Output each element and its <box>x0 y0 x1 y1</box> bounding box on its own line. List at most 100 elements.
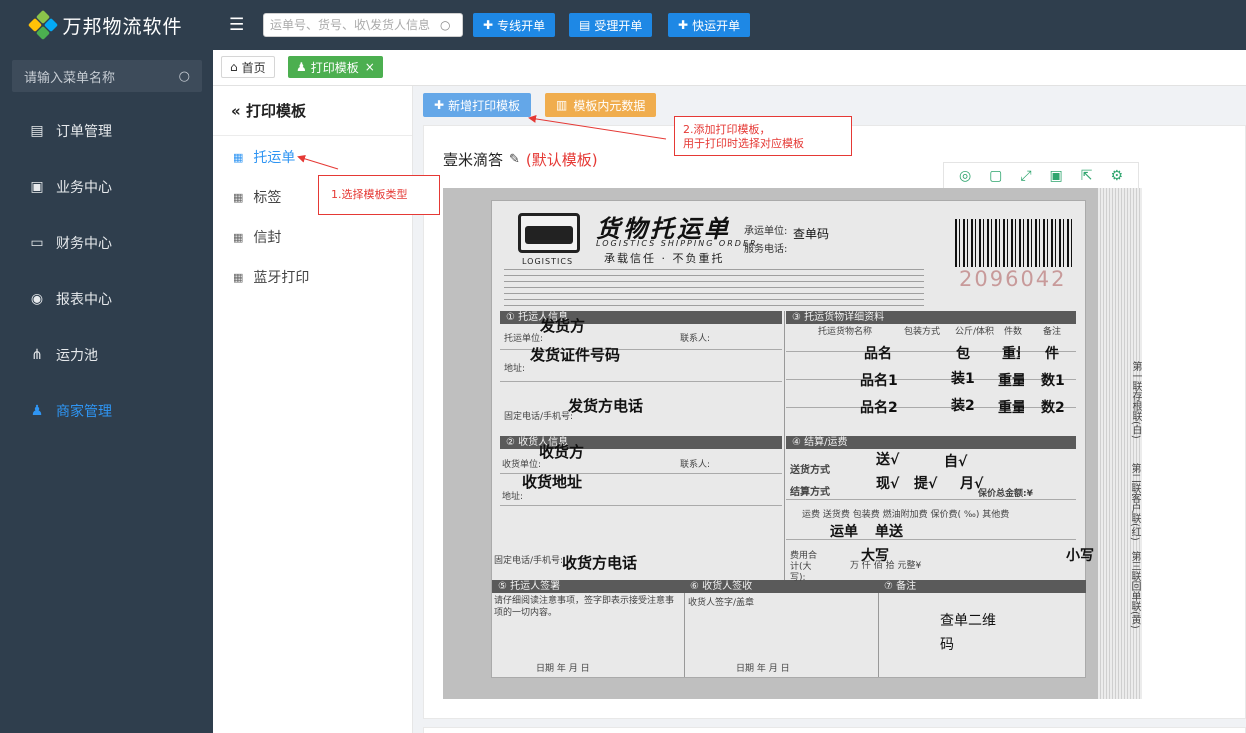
sidebar-item-orders[interactable]: ▤ 订单管理 <box>0 111 213 151</box>
sidebar-item-label: 运力池 <box>56 348 98 364</box>
date-label: 日期 年 月 日 <box>536 664 590 674</box>
settings-icon[interactable]: ⚙ <box>1110 168 1123 184</box>
search-icon[interactable]: ○ <box>440 18 450 32</box>
section-goods: ③ 托运货物详细资料 <box>786 311 1076 324</box>
search-icon[interactable]: ○ <box>179 69 190 84</box>
plus-icon: ✚ <box>483 18 494 32</box>
waybill-sheet: LOGISTICS 货物托运单 LOGISTICS SHIPPING ORDER… <box>491 200 1141 678</box>
template-type-label: 蓝牙打印 <box>253 270 310 286</box>
carrier-info: 承运单位: 服务电话: <box>744 223 787 259</box>
qr-icon: ▦ <box>233 150 244 164</box>
quantity-field: 数1 <box>1041 373 1065 389</box>
truck-logo-icon <box>518 213 580 253</box>
barcode <box>955 219 1073 267</box>
service-label: 服务电话: <box>744 244 788 255</box>
sidebar-item-reports[interactable]: ◉ 报表中心 <box>0 279 213 319</box>
template-metadata-label: 模板内元数据 <box>573 98 646 113</box>
template-title: 壹米滴答 ✎ (默认模板) <box>443 149 598 170</box>
menu-search[interactable]: 请输入菜单名称 ○ <box>12 60 202 92</box>
total-uppercase-field: 大写 <box>861 548 889 564</box>
goods-field: 品名 <box>864 346 892 362</box>
sender-id-field: 发货证件号码 <box>530 346 621 364</box>
sidebar-item-label: 商家管理 <box>56 404 112 420</box>
copy-label-red: 第二联客户联(红) <box>1129 463 1140 541</box>
sidebar-item-label: 报表中心 <box>56 292 112 308</box>
template-type-label: 标签 <box>253 190 282 206</box>
template-type-envelope[interactable]: ▦ 信封 <box>233 227 281 247</box>
menu-search-placeholder: 请输入菜单名称 <box>24 70 116 86</box>
tab-home[interactable]: ⌂ 首页 <box>221 56 275 78</box>
next-card <box>423 727 1246 733</box>
panel-title-label: 打印模板 <box>245 102 306 120</box>
qr-icon: ▦ <box>233 230 244 244</box>
accept-order-button[interactable]: ▤ 受理开单 <box>569 13 653 37</box>
sidebar-item-merchant[interactable]: ♟ 商家管理 <box>0 391 213 431</box>
default-tag: (默认模板) <box>525 151 598 169</box>
delivery-check: 送√ <box>876 452 900 468</box>
close-icon[interactable]: × <box>365 60 375 74</box>
receiver-phone-field: 收货方电话 <box>562 554 638 572</box>
sidebar-item-finance[interactable]: ▭ 财务中心 <box>0 223 213 263</box>
sidebar: 请输入菜单名称 ○ ▤ 订单管理 ▣ 业务中心 ▭ 财务中心 ◉ 报表中心 ⋔ 运力池 ♟… <box>0 50 213 733</box>
add-template-button[interactable]: ✚ 新增打印模板 <box>423 93 532 117</box>
goods-name-label: 托运货物名称 <box>818 327 873 337</box>
sidebar-item-label: 业务中心 <box>56 180 112 196</box>
annotation-step2-line2: 用于打印时选择对应模板 <box>683 137 804 150</box>
carrier-label: 承运单位: <box>744 226 788 237</box>
template-type-waybill[interactable]: ▦ 托运单 <box>233 147 295 167</box>
query-code-field: 查单码 <box>793 227 830 241</box>
sidebar-item-capacity[interactable]: ⋔ 运力池 <box>0 335 213 375</box>
packing-field: 包 <box>956 346 970 362</box>
sender-phone-field: 发货方电话 <box>568 397 644 415</box>
weight-field: 重量 <box>1002 346 1020 362</box>
collapse-icon[interactable]: « <box>231 102 241 120</box>
delivery-fee-field: 单送 <box>875 524 903 540</box>
global-search[interactable]: ○ <box>263 13 463 37</box>
grid-icon: ▥ <box>556 98 568 112</box>
tab-print-template-label: 打印模板 <box>310 60 359 75</box>
home-icon: ⌂ <box>230 60 238 74</box>
document-icon: ▤ <box>30 123 44 139</box>
template-metadata-button[interactable]: ▥ 模板内元数据 <box>545 93 657 117</box>
menu-toggle-icon[interactable]: ☰ <box>229 15 244 35</box>
qr-icon: ▦ <box>233 270 244 284</box>
template-type-label[interactable]: ▦ 标签 <box>233 187 281 207</box>
template-type-bluetooth[interactable]: ▦ 蓝牙打印 <box>233 267 309 287</box>
address-label: 地址: <box>502 492 524 502</box>
cash-check: 现√ <box>876 476 900 492</box>
divider <box>500 505 782 506</box>
tab-print-template[interactable]: ♟ 打印模板 × <box>288 56 383 78</box>
express-order-button[interactable]: ✚ 快运开单 <box>668 13 751 37</box>
tabs-bar: ⌂ 首页 ♟ 打印模板 × <box>213 50 1246 86</box>
global-search-input[interactable] <box>270 18 440 32</box>
line-order-button[interactable]: ✚ 专线开单 <box>473 13 556 37</box>
form-title-en: LOGISTICS SHIPPING ORDER <box>596 239 758 248</box>
qr-icon: ▦ <box>233 190 244 204</box>
count-label: 件数 <box>1004 327 1023 337</box>
divider <box>786 351 1076 352</box>
phone-label: 固定电话/手机号: <box>494 556 564 566</box>
divider <box>784 311 785 580</box>
preview-icon[interactable]: ◎ <box>959 168 971 184</box>
export-icon[interactable]: ⇱ <box>1081 168 1093 184</box>
save-icon[interactable]: ▣ <box>1050 168 1063 184</box>
logo-text: LOGISTICS <box>522 257 574 266</box>
sign-note: 请仔细阅读注意事项，签字即表示接受注意事项的一切内容。 <box>494 596 675 618</box>
clipboard-icon: ▣ <box>30 179 44 195</box>
fullscreen-icon[interactable]: ⤢ <box>1020 168 1031 184</box>
section-shipper-sign: ⑤ 托运人签署 <box>492 580 684 593</box>
form-motto: 承载信任 · 不负重托 <box>604 252 725 265</box>
recv-unit-label: 收货单位: <box>502 460 542 470</box>
self-pickup-check: 自√ <box>944 454 968 470</box>
packing-field: 装2 <box>951 398 975 414</box>
panel-title[interactable]: « 打印模板 <box>231 100 306 121</box>
settle-mode-label: 结算方式 <box>790 487 830 498</box>
eye-icon: ◉ <box>30 291 44 307</box>
address-label: 地址: <box>504 364 526 374</box>
copy-icon[interactable]: ▢ <box>989 168 1002 184</box>
sidebar-item-business[interactable]: ▣ 业务中心 <box>0 167 213 207</box>
brand[interactable]: 万邦物流软件 <box>0 0 213 50</box>
volume-label: 公斤/体积 <box>955 327 995 337</box>
edit-icon[interactable]: ✎ <box>509 152 520 167</box>
pickup-pay-check: 提√ <box>914 476 938 492</box>
